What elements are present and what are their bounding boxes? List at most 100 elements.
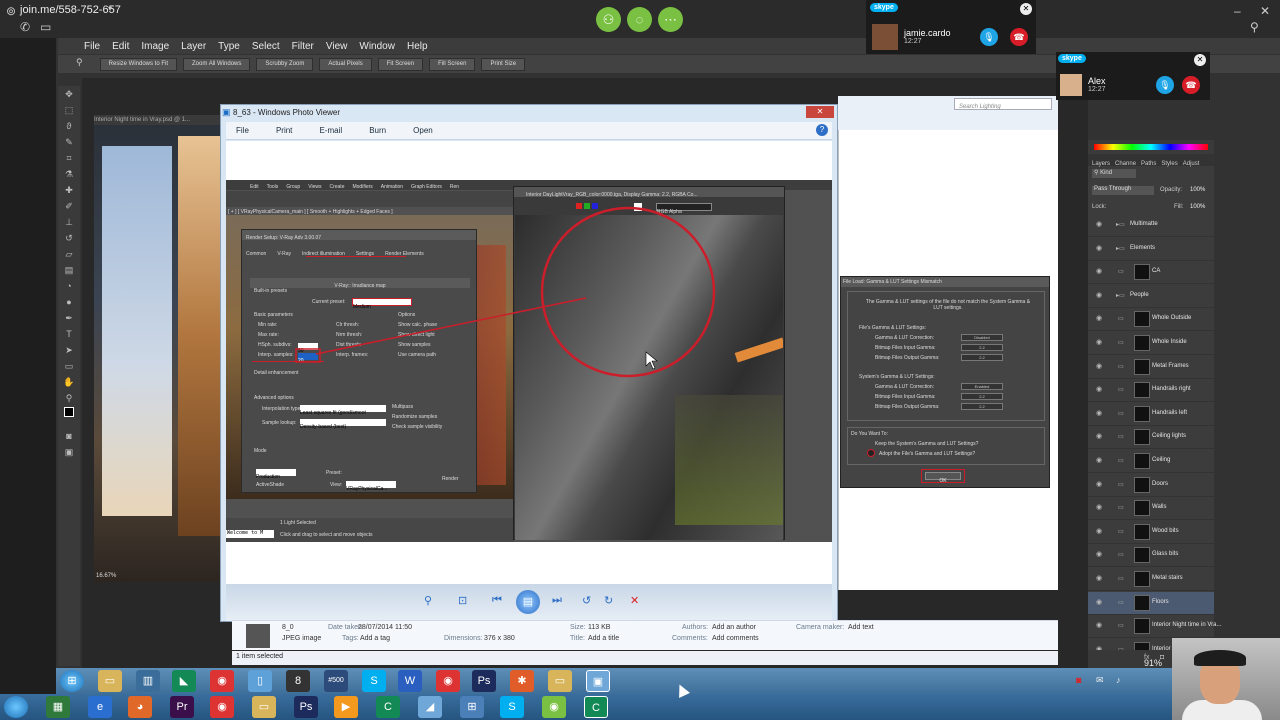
mute-button[interactable]: 🎙 [980,28,998,46]
media-icon[interactable]: ▥ [136,670,160,692]
network-icon[interactable]: ⊞ [460,696,484,718]
counter-app-icon[interactable]: 8 [286,670,310,692]
eye-icon[interactable]: ◉ [1096,621,1102,629]
mute-button[interactable]: 🎙 [1156,76,1174,94]
eye-icon[interactable]: ◉ [1096,267,1102,275]
eye-icon[interactable]: ◉ [1096,574,1102,582]
close-icon[interactable]: ✕ [1020,3,1032,15]
layer-row[interactable]: ◉ ▸▭ Elements [1088,238,1214,261]
layer-row[interactable]: ◉ ▭ Walls [1088,497,1214,521]
panel-tab-paths[interactable]: Paths [1141,161,1156,167]
layer-row[interactable]: ◉ ▭ Ceiling [1088,450,1214,473]
panel-tab-adjust[interactable]: Adjust [1183,161,1200,167]
volume-icon[interactable]: ♪ [1116,675,1121,685]
media-player-icon[interactable]: ▶ [334,696,358,718]
eye-icon[interactable]: ◉ [1096,291,1102,299]
eye-icon[interactable]: ◉ [1096,480,1102,488]
document-icon[interactable]: ▯ [248,670,272,692]
swatch-strip[interactable] [1088,140,1214,154]
hangup-button[interactable]: ☎ [1010,28,1028,46]
eye-icon[interactable]: ◉ [1096,456,1102,464]
camtasia-icon[interactable]: C [376,696,400,718]
comments-value[interactable]: Add comments [712,635,759,642]
eye-icon[interactable]: ◉ [1096,220,1102,228]
eye-icon[interactable]: ◉ [1096,527,1102,535]
blend-mode-select[interactable]: Pass Through [1092,186,1154,195]
chrome-icon-2[interactable]: ◉ [436,670,460,692]
panel-tab-layers[interactable]: Layers [1092,161,1110,167]
layer-row[interactable]: ◉ ▭ Whole Inside [1088,332,1214,355]
rotate-left-icon[interactable]: ↺ [582,594,591,607]
start-button[interactable]: ⊞ [60,670,84,692]
layer-row[interactable]: ◉ ▭ Interior Night time in Vra... [1088,615,1221,639]
chrome-icon[interactable]: ◉ [210,696,234,718]
opacity-value[interactable]: 100% [1190,187,1205,193]
zoom-icon[interactable]: ⚲ [424,594,432,607]
skype-icon[interactable]: S [500,696,524,718]
premiere-icon[interactable]: Pr [170,696,194,718]
app-icon[interactable]: ▦ [46,696,70,718]
word-icon[interactable]: W [398,670,422,692]
close-icon[interactable]: ✕ [1194,54,1206,66]
joinme-icon[interactable]: ◉ [542,696,566,718]
photo-viewer-taskbar-icon[interactable]: ▣ [586,670,610,692]
eye-icon[interactable]: ◉ [1096,338,1102,346]
adopt-radio[interactable] [867,449,875,457]
eye-icon[interactable]: ◉ [1096,244,1102,252]
eye-icon[interactable]: ◉ [1096,385,1102,393]
eye-icon[interactable]: ◉ [1096,432,1102,440]
tray-icon-2[interactable]: ✉ [1096,675,1104,686]
layer-row[interactable]: ◉ ▭ Floors [1088,591,1214,615]
eye-icon[interactable]: ◉ [1096,550,1102,558]
illustrator-icon[interactable]: ✱ [510,670,534,692]
photoshop-taskbar-icon[interactable]: Ps [472,670,496,692]
eye-icon[interactable]: ◉ [1096,314,1102,322]
folder-icon[interactable]: ▭ [252,696,276,718]
fill-value[interactable]: 100% [1190,204,1205,210]
delete-icon[interactable]: ✕ [630,594,639,607]
ok-button[interactable]: OK [939,478,946,484]
keep-system-option[interactable]: Keep the System's Gamma and LUT Settings… [875,441,978,447]
layer-row[interactable]: ◉ ▭ Ceiling lights [1088,426,1214,450]
title-value[interactable]: Add a title [588,635,619,642]
camtasia-recorder-icon[interactable]: C [584,696,608,718]
layer-row[interactable]: ◉ ▭ Handrails right [1088,379,1214,403]
rotate-right-icon[interactable]: ↻ [604,594,613,607]
layer-row[interactable]: ◉ ▭ Handrails left [1088,403,1214,426]
previous-icon[interactable]: ⏮ [492,594,502,607]
layer-row[interactable]: ◉ ▭ Doors [1088,474,1214,497]
bbc-app-icon[interactable]: #500 [324,670,348,692]
layer-row[interactable]: ◉ ▭ Glass bits [1088,544,1214,568]
panel-tab-styles[interactable]: Styles [1161,161,1177,167]
layer-row[interactable]: ◉ ▭ CA [1088,261,1214,285]
layer-row[interactable]: ◉ ▸▭ People [1088,285,1214,308]
authors-value[interactable]: Add an author [712,624,756,631]
next-icon[interactable]: ⏭ [552,594,562,607]
panel-tab-channe[interactable]: Channe [1115,161,1136,167]
eye-icon[interactable]: ◉ [1096,598,1102,606]
start-button[interactable] [4,696,28,718]
layer-row[interactable]: ◉ ▭ Metal Frames [1088,356,1214,379]
explorer-icon[interactable]: ▭ [98,670,122,692]
layer-row[interactable]: ◉ ▭ Wood bits [1088,521,1214,544]
skype-taskbar-icon[interactable]: S [362,670,386,692]
photoshop-icon[interactable]: Ps [294,696,318,718]
actual-size-icon[interactable]: ⊡ [458,594,467,607]
layer-row[interactable]: ◉ ▭ Metal stairs [1088,568,1214,591]
folder-icon[interactable]: ▭ [548,670,572,692]
eye-icon[interactable]: ◉ [1096,362,1102,370]
ie-icon[interactable]: e [88,696,112,718]
layer-row[interactable]: ◉ ▭ Whole Outside [1088,308,1214,332]
firefox-icon[interactable]: ◕ [128,696,152,718]
app-icon-2[interactable]: ◢ [418,696,442,718]
hangup-button[interactable]: ☎ [1182,76,1200,94]
eye-icon[interactable]: ◉ [1096,503,1102,511]
chrome-icon[interactable]: ◉ [210,670,234,692]
layer-row[interactable]: ◉ ▸▭ Multimatte [1088,214,1214,237]
tags-value[interactable]: Add a tag [360,635,390,642]
eye-icon[interactable]: ◉ [1096,409,1102,417]
filter-kind-select[interactable]: ⚲ Kind [1092,169,1136,178]
tray-icon[interactable]: ◙ [1076,675,1081,685]
app-green-icon[interactable]: ◣ [172,670,196,692]
slideshow-button[interactable]: ▤ [516,590,540,614]
